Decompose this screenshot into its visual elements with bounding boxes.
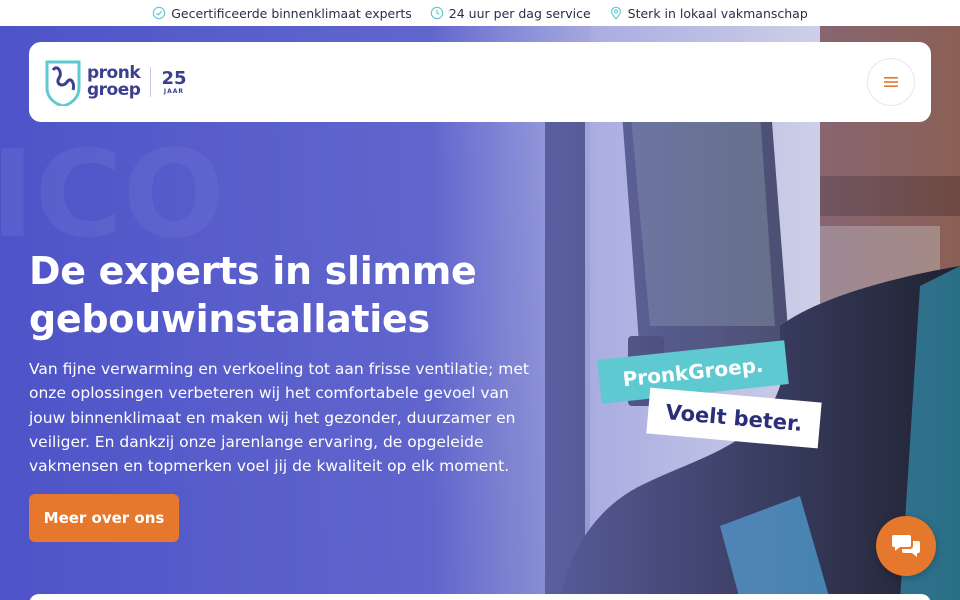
clock-icon: [430, 6, 444, 20]
anniversary-number: 25: [161, 67, 187, 89]
usp-label: Sterk in lokaal vakmanschap: [627, 5, 808, 21]
menu-button[interactable]: [867, 58, 915, 106]
logo-text-line2: groep: [87, 80, 141, 100]
anniversary-badge: 25 JAAR: [161, 67, 187, 95]
usp-item-service: 24 uur per dag service: [430, 6, 591, 21]
chat-bubbles-icon: [892, 535, 920, 557]
site-header: pronk groep 25 JAAR: [29, 42, 931, 122]
usp-label: Gecertificeerde binnenklimaat experts: [171, 5, 412, 21]
usp-bar: Gecertificeerde binnenklimaat experts 24…: [0, 0, 960, 26]
usp-item-certified: Gecertificeerde binnenklimaat experts: [152, 6, 412, 21]
hero-title-line2: gebouwinstallaties: [29, 297, 430, 341]
hamburger-icon: [884, 77, 898, 87]
anniversary-label: JAAR: [163, 87, 185, 95]
logo-divider: [150, 67, 152, 97]
hero-title-line1: De experts in slimme: [29, 249, 477, 293]
hero-description: Van fijne verwarming en verkoeling tot a…: [29, 360, 529, 476]
check-badge-icon: [152, 6, 166, 20]
usp-item-local: Sterk in lokaal vakmanschap: [609, 6, 808, 21]
hero-title: De experts in slimme gebouwinstallaties: [29, 247, 549, 343]
svg-text:ICO: ICO: [0, 126, 225, 265]
location-pin-icon: [610, 6, 621, 20]
pronk-logo-mark-icon: [45, 60, 81, 106]
chat-button[interactable]: [876, 516, 936, 576]
logo[interactable]: pronk groep 25 JAAR: [45, 58, 187, 106]
content-card-edge: [29, 594, 931, 600]
more-about-us-button[interactable]: Meer over ons: [29, 494, 179, 542]
usp-label: 24 uur per dag service: [448, 5, 591, 21]
